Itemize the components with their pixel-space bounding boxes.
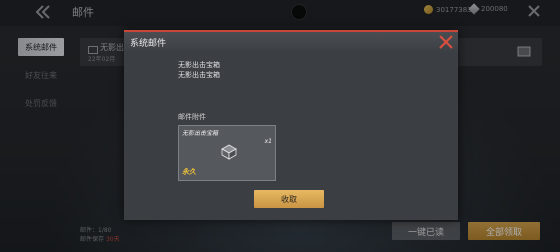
attachment-quantity: x1: [264, 138, 272, 145]
dialog-body: 无影出击宝箱 无影出击宝箱 邮件附件 无影出击宝箱 x1 永久 收取: [124, 52, 458, 220]
attachments-label: 邮件附件: [178, 113, 206, 121]
treasure-chest-icon: [221, 144, 237, 160]
permanent-badge: 永久: [182, 168, 196, 176]
dialog-header: 系统邮件: [124, 30, 458, 52]
attachment-name: 无影出击宝箱: [182, 130, 219, 137]
attachment-card[interactable]: 无影出击宝箱 x1 永久: [178, 125, 276, 181]
mail-body-line: 无影出击宝箱: [178, 71, 220, 79]
system-mail-dialog: 系统邮件 无影出击宝箱 无影出击宝箱 邮件附件 无影出击宝箱 x1 永久 收取: [124, 30, 458, 220]
close-icon[interactable]: [436, 32, 456, 52]
mail-body-line: 无影出击宝箱: [178, 61, 220, 69]
dialog-title: 系统邮件: [130, 39, 167, 49]
claim-button[interactable]: 收取: [254, 190, 324, 208]
